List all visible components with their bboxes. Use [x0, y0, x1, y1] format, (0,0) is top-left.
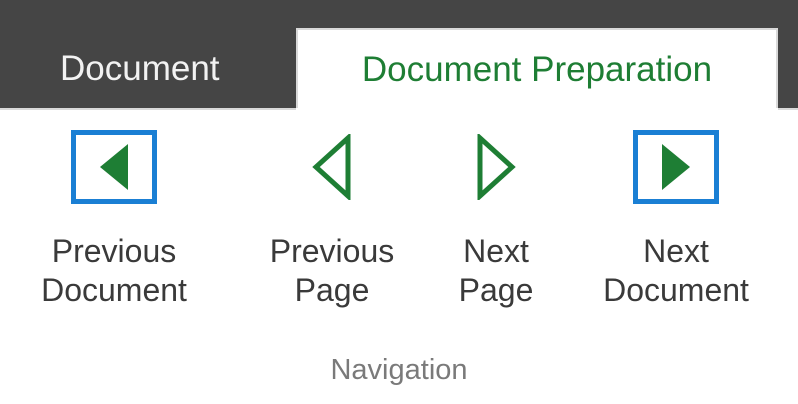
- tab-document[interactable]: Document: [60, 30, 250, 108]
- previous-page-button[interactable]: Previous Page: [254, 130, 410, 310]
- navigation-group-label: Navigation: [330, 354, 468, 386]
- next-document-label: Next Document: [603, 233, 749, 308]
- ribbon: Document Document Preparation Previous D…: [0, 0, 798, 404]
- tab-document-preparation[interactable]: Document Preparation: [296, 28, 778, 110]
- previous-document-label: Previous Document: [41, 233, 187, 308]
- ribbon-panel: Previous Document Previous Page Next Pag…: [0, 108, 798, 404]
- next-page-label: Next Page: [458, 233, 534, 308]
- next-page-button[interactable]: Next Page: [440, 130, 552, 310]
- next-page-icon: [453, 130, 539, 204]
- ribbon-tab-strip: Document Document Preparation: [0, 0, 798, 110]
- previous-document-icon: [71, 130, 157, 204]
- previous-page-label: Previous Page: [269, 233, 395, 308]
- next-document-button[interactable]: Next Document: [580, 130, 772, 310]
- previous-document-button[interactable]: Previous Document: [20, 130, 208, 310]
- previous-page-icon: [289, 130, 375, 204]
- next-document-icon: [633, 130, 719, 204]
